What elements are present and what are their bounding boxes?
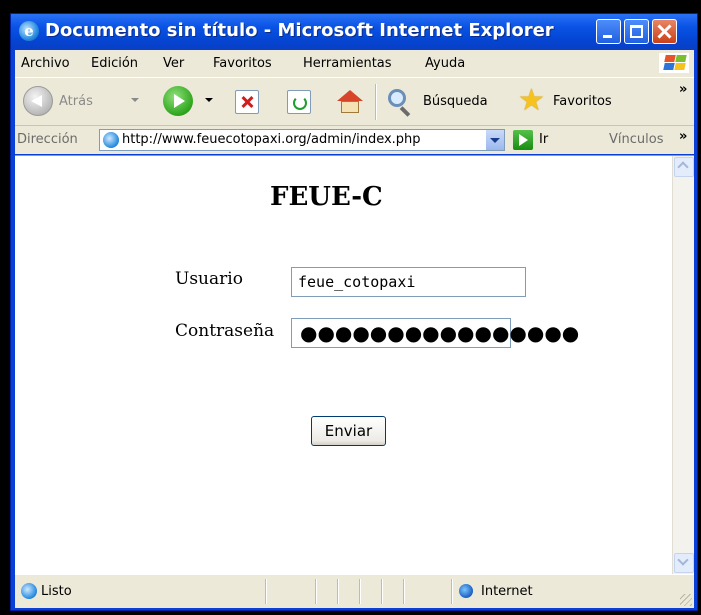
menu-favoritos[interactable]: Favoritos <box>213 56 272 71</box>
page-title: FEUE-C <box>270 182 383 212</box>
address-input[interactable]: http://www.feuecotopaxi.org/admin/index.… <box>99 129 505 151</box>
scroll-down-icon[interactable] <box>674 553 694 573</box>
back-button-label[interactable]: Atrás <box>59 94 93 109</box>
status-separator <box>315 579 317 604</box>
back-dropdown-icon[interactable] <box>131 98 139 102</box>
menu-bar: Archivo Edición Ver Favoritos Herramient… <box>15 50 694 78</box>
address-bar: Dirección http://www.feuecotopaxi.org/ad… <box>15 126 694 154</box>
window-title: Documento sin título - Microsoft Interne… <box>45 20 554 41</box>
internet-zone-globe-icon <box>459 584 473 598</box>
status-separator <box>451 579 453 604</box>
scroll-up-icon[interactable] <box>674 157 694 177</box>
status-text: Listo <box>41 584 72 599</box>
status-bar: Listo Internet <box>15 574 694 608</box>
page-icon <box>103 132 119 148</box>
status-separator <box>403 579 405 604</box>
status-separator <box>381 579 383 604</box>
favorites-button-label[interactable]: Favoritos <box>553 94 612 109</box>
close-button[interactable] <box>652 19 677 44</box>
address-dropdown-icon[interactable] <box>485 130 504 150</box>
security-zone-text: Internet <box>481 584 533 599</box>
password-label: Contraseña <box>175 321 275 341</box>
ie-logo-icon: e <box>19 21 39 41</box>
links-label[interactable]: Vínculos <box>609 132 663 147</box>
status-separator <box>265 579 267 604</box>
go-button-label[interactable]: Ir <box>539 132 548 147</box>
title-bar[interactable]: e Documento sin título - Microsoft Inter… <box>11 14 697 50</box>
refresh-icon[interactable] <box>287 90 311 114</box>
links-overflow-chevron-icon[interactable]: » <box>679 129 687 144</box>
search-button-label[interactable]: Búsqueda <box>423 94 488 109</box>
menu-ver[interactable]: Ver <box>163 56 184 71</box>
windows-logo-icon <box>659 53 689 73</box>
menu-edicion[interactable]: Edición <box>91 56 138 71</box>
home-icon[interactable] <box>337 90 363 114</box>
search-icon[interactable] <box>388 89 406 107</box>
status-separator <box>337 579 339 604</box>
address-label: Dirección <box>17 132 78 147</box>
stop-icon[interactable] <box>235 90 259 114</box>
toolbar-separator <box>375 84 377 120</box>
favorites-star-icon[interactable]: ★ <box>518 86 545 116</box>
password-field[interactable]: ●●●●●●●●●●●●●●●● <box>291 318 579 348</box>
minimize-button[interactable] <box>596 19 621 44</box>
status-page-icon <box>21 583 37 599</box>
resize-grip-icon[interactable] <box>680 594 692 606</box>
go-arrow-icon[interactable] <box>513 130 533 150</box>
submit-button[interactable]: Enviar <box>311 416 386 446</box>
address-url[interactable]: http://www.feuecotopaxi.org/admin/index.… <box>122 132 421 147</box>
forward-arrow-icon[interactable] <box>163 86 193 116</box>
maximize-button[interactable] <box>624 19 649 44</box>
username-field[interactable]: feue_cotopaxi <box>291 267 526 297</box>
username-value: feue_cotopaxi <box>298 273 416 291</box>
toolbar-overflow-chevron-icon[interactable]: » <box>679 82 687 97</box>
standard-toolbar: Atrás Búsqueda ★ Favoritos » <box>15 78 694 126</box>
forward-dropdown-icon[interactable] <box>205 98 213 102</box>
menu-ayuda[interactable]: Ayuda <box>425 56 465 71</box>
page-content: FEUE-C Usuario feue_cotopaxi Contraseña … <box>15 155 694 574</box>
vertical-scrollbar[interactable] <box>672 156 694 574</box>
menu-herramientas[interactable]: Herramientas <box>303 56 392 71</box>
back-arrow-icon[interactable] <box>23 86 53 116</box>
browser-window: e Documento sin título - Microsoft Inter… <box>10 13 698 611</box>
password-masked-value: ●●●●●●●●●●●●●●●● <box>300 321 580 345</box>
menu-archivo[interactable]: Archivo <box>21 56 70 71</box>
username-label: Usuario <box>175 269 243 289</box>
status-separator <box>359 579 361 604</box>
